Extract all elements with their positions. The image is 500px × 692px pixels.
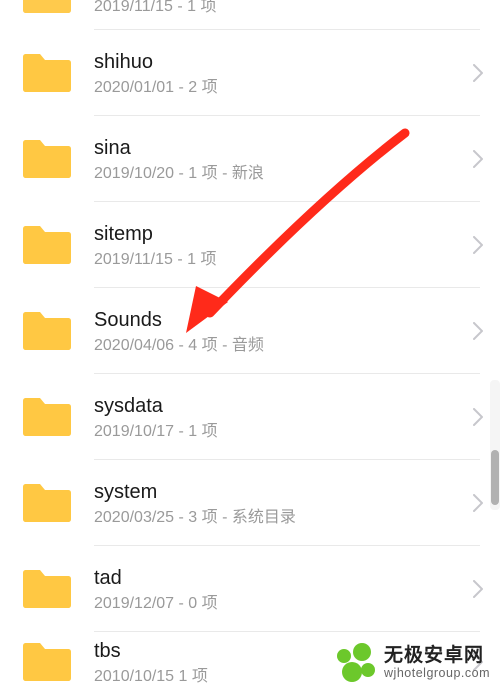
folder-row[interactable]: system 2020/03/25 - 3 项 - 系统目录 bbox=[0, 460, 500, 546]
folder-icon bbox=[20, 223, 74, 267]
folder-name: sysdata bbox=[94, 393, 464, 419]
folder-row[interactable]: sysdata 2019/10/17 - 1 项 bbox=[0, 374, 500, 460]
watermark: 无极安卓网 wjhotelgroup.com bbox=[334, 642, 490, 684]
folder-icon bbox=[20, 51, 74, 95]
chevron-right-icon bbox=[464, 408, 492, 426]
scrollbar-thumb[interactable] bbox=[491, 450, 499, 505]
folder-name: sina bbox=[94, 135, 464, 161]
scrollbar[interactable] bbox=[490, 380, 500, 510]
folder-meta: 2020/03/25 - 3 项 - 系统目录 bbox=[94, 507, 464, 529]
chevron-right-icon bbox=[464, 150, 492, 168]
chevron-right-icon bbox=[464, 236, 492, 254]
folder-row[interactable]: tad 2019/12/07 - 0 项 bbox=[0, 546, 500, 632]
folder-meta: 2019/12/07 - 0 项 bbox=[94, 593, 464, 615]
folder-row-sounds[interactable]: Sounds 2020/04/06 - 4 项 - 音频 bbox=[0, 288, 500, 374]
folder-icon bbox=[20, 567, 74, 611]
watermark-logo-icon bbox=[334, 642, 376, 684]
folder-name: Sounds bbox=[94, 307, 464, 333]
chevron-right-icon bbox=[464, 494, 492, 512]
watermark-title: 无极安卓网 bbox=[384, 646, 490, 667]
folder-meta: 2019/11/15 - 1 项 bbox=[94, 0, 492, 18]
folder-meta: 2020/01/01 - 2 项 bbox=[94, 77, 464, 99]
watermark-sub: wjhotelgroup.com bbox=[384, 667, 490, 681]
folder-name: tad bbox=[94, 565, 464, 591]
folder-icon bbox=[20, 309, 74, 353]
chevron-right-icon bbox=[464, 322, 492, 340]
folder-icon bbox=[20, 481, 74, 525]
folder-icon bbox=[20, 640, 74, 684]
folder-meta: 2020/04/06 - 4 项 - 音频 bbox=[94, 335, 464, 357]
folder-name: shihuo bbox=[94, 49, 464, 75]
folder-meta: 2019/10/17 - 1 项 bbox=[94, 421, 464, 443]
folder-name: sitemp bbox=[94, 221, 464, 247]
folder-row[interactable]: 2019/11/15 - 1 项 bbox=[0, 0, 500, 30]
folder-row[interactable]: sina 2019/10/20 - 1 项 - 新浪 bbox=[0, 116, 500, 202]
chevron-right-icon bbox=[464, 580, 492, 598]
folder-icon bbox=[20, 395, 74, 439]
folder-row[interactable]: sitemp 2019/11/15 - 1 项 bbox=[0, 202, 500, 288]
file-list: 2019/11/15 - 1 项 shihuo 2020/01/01 - 2 项… bbox=[0, 0, 500, 692]
folder-icon bbox=[20, 137, 74, 181]
folder-row[interactable]: shihuo 2020/01/01 - 2 项 bbox=[0, 30, 500, 116]
chevron-right-icon bbox=[464, 64, 492, 82]
folder-icon bbox=[20, 0, 74, 16]
folder-name: system bbox=[94, 479, 464, 505]
folder-meta: 2019/10/20 - 1 项 - 新浪 bbox=[94, 163, 464, 185]
folder-meta: 2019/11/15 - 1 项 bbox=[94, 249, 464, 271]
